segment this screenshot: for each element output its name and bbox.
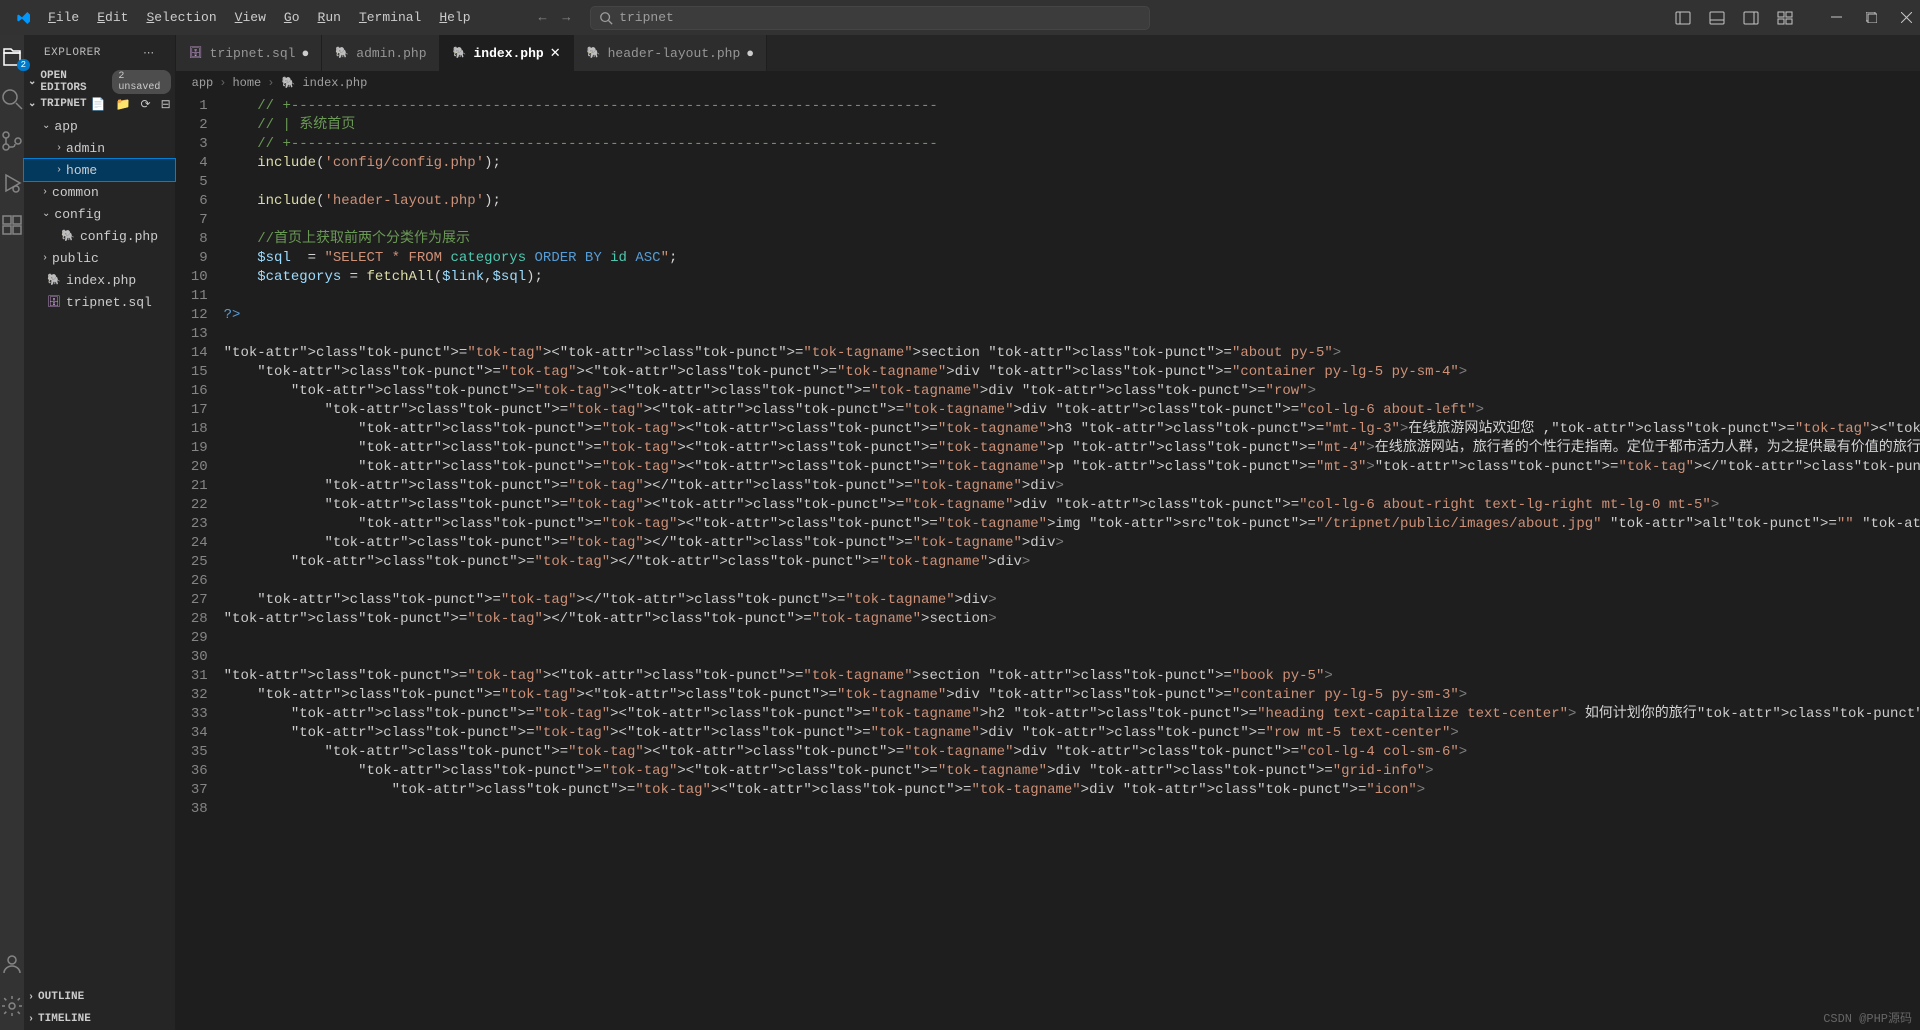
- tree-folder-public[interactable]: ›public: [24, 247, 175, 269]
- tree-folder-app[interactable]: ⌄app: [24, 115, 175, 137]
- menu-help[interactable]: Help: [431, 6, 478, 29]
- window-maximize-icon[interactable]: [1866, 12, 1877, 23]
- open-editors-section[interactable]: ⌄ OPEN EDITORS 2 unsaved: [24, 71, 175, 93]
- layout-sidebar-left-icon[interactable]: [1675, 10, 1691, 26]
- run-debug-icon[interactable]: [0, 171, 24, 195]
- extensions-icon[interactable]: [0, 213, 24, 237]
- sidebar-more-icon[interactable]: ⋯: [143, 46, 155, 60]
- php-file-icon: 🐘: [60, 228, 76, 244]
- explorer-badge: 2: [17, 59, 30, 71]
- sidebar: EXPLORER ⋯ ⌄ OPEN EDITORS 2 unsaved ⌄ TR…: [24, 35, 176, 1030]
- tree-file-config-php[interactable]: 🐘config.php: [24, 225, 175, 247]
- activity-bar: 2: [0, 35, 24, 1030]
- nav-back-icon[interactable]: ←: [539, 10, 547, 25]
- collapse-all-icon[interactable]: ⊟: [161, 97, 171, 112]
- sql-file-icon: 🗄: [46, 294, 62, 310]
- dirty-dot-icon: ●: [746, 46, 754, 61]
- customize-layout-icon[interactable]: [1777, 10, 1793, 26]
- php-file-icon: 🐘: [452, 45, 468, 61]
- sql-file-icon: 🗄: [188, 45, 204, 61]
- settings-gear-icon[interactable]: [0, 994, 24, 1018]
- php-file-icon: 🐘: [334, 45, 350, 61]
- project-name: TRIPNET: [40, 98, 86, 110]
- tree-file-index-php[interactable]: 🐘index.php: [24, 269, 175, 291]
- timeline-section[interactable]: ›TIMELINE: [24, 1008, 175, 1030]
- new-file-icon[interactable]: 📄: [91, 97, 106, 112]
- breadcrumb[interactable]: app› home› 🐘index.php: [176, 71, 1920, 95]
- search-activity-icon[interactable]: [0, 87, 24, 111]
- tree-folder-config[interactable]: ⌄config: [24, 203, 175, 225]
- nav-forward-icon[interactable]: →: [562, 10, 570, 25]
- watermark: CSDN @PHP源码: [1823, 1009, 1912, 1026]
- menu-file[interactable]: File: [40, 6, 87, 29]
- menu-go[interactable]: Go: [276, 6, 308, 29]
- menu-terminal[interactable]: Terminal: [351, 6, 429, 29]
- dirty-dot-icon: ●: [301, 46, 309, 61]
- menu-edit[interactable]: Edit: [89, 6, 136, 29]
- explorer-icon[interactable]: 2: [0, 45, 24, 69]
- file-tree: ⌄app ›admin ›home ›common ⌄config 🐘confi…: [24, 115, 175, 313]
- code-editor[interactable]: // +------------------------------------…: [224, 95, 1920, 1030]
- vscode-logo-icon: [16, 10, 32, 26]
- tab-index-php[interactable]: 🐘index.php✕: [440, 35, 574, 71]
- source-control-icon[interactable]: [0, 129, 24, 153]
- tree-file-tripnet-sql[interactable]: 🗄tripnet.sql: [24, 291, 175, 313]
- tree-folder-admin[interactable]: ›admin: [24, 137, 175, 159]
- menu-run[interactable]: Run: [310, 6, 349, 29]
- unsaved-pill: 2 unsaved: [112, 70, 170, 94]
- close-tab-icon[interactable]: ✕: [550, 46, 561, 61]
- php-file-icon: 🐘: [280, 75, 296, 91]
- menu-view[interactable]: View: [227, 6, 274, 29]
- sidebar-title: EXPLORER: [44, 47, 101, 59]
- layout-panel-icon[interactable]: [1709, 10, 1725, 26]
- open-editors-label: OPEN EDITORS: [40, 70, 108, 94]
- account-icon[interactable]: [0, 952, 24, 976]
- php-file-icon: 🐘: [46, 272, 62, 288]
- php-file-icon: 🐘: [586, 45, 602, 61]
- tab-header-layout-php[interactable]: 🐘header-layout.php●: [574, 35, 767, 71]
- tree-folder-home[interactable]: ›home: [24, 159, 175, 181]
- new-folder-icon[interactable]: 📁: [116, 97, 131, 112]
- refresh-icon[interactable]: ⟳: [141, 97, 151, 112]
- menu-bar: File Edit Selection View Go Run Terminal…: [40, 6, 479, 29]
- menu-selection[interactable]: Selection: [138, 6, 224, 29]
- window-minimize-icon[interactable]: [1831, 12, 1842, 23]
- project-section[interactable]: ⌄ TRIPNET 📄 📁 ⟳ ⊟: [24, 93, 175, 115]
- line-gutter: 1234567891011121314151617181920212223242…: [176, 95, 224, 1030]
- tab-tripnet-sql[interactable]: 🗄tripnet.sql●: [176, 35, 323, 71]
- editor-area: 🗄tripnet.sql● 🐘admin.php 🐘index.php✕ 🐘he…: [176, 35, 1920, 1030]
- search-text: tripnet: [619, 10, 674, 25]
- search-icon: [599, 11, 613, 25]
- window-close-icon[interactable]: [1901, 12, 1912, 23]
- layout-sidebar-right-icon[interactable]: [1743, 10, 1759, 26]
- nav-arrows: ← →: [539, 10, 571, 25]
- titlebar: File Edit Selection View Go Run Terminal…: [0, 0, 1920, 35]
- editor-tabs: 🗄tripnet.sql● 🐘admin.php 🐘index.php✕ 🐘he…: [176, 35, 1920, 71]
- command-center[interactable]: tripnet: [590, 6, 1150, 30]
- tab-admin-php[interactable]: 🐘admin.php: [322, 35, 439, 71]
- tree-folder-common[interactable]: ›common: [24, 181, 175, 203]
- outline-section[interactable]: ›OUTLINE: [24, 986, 175, 1008]
